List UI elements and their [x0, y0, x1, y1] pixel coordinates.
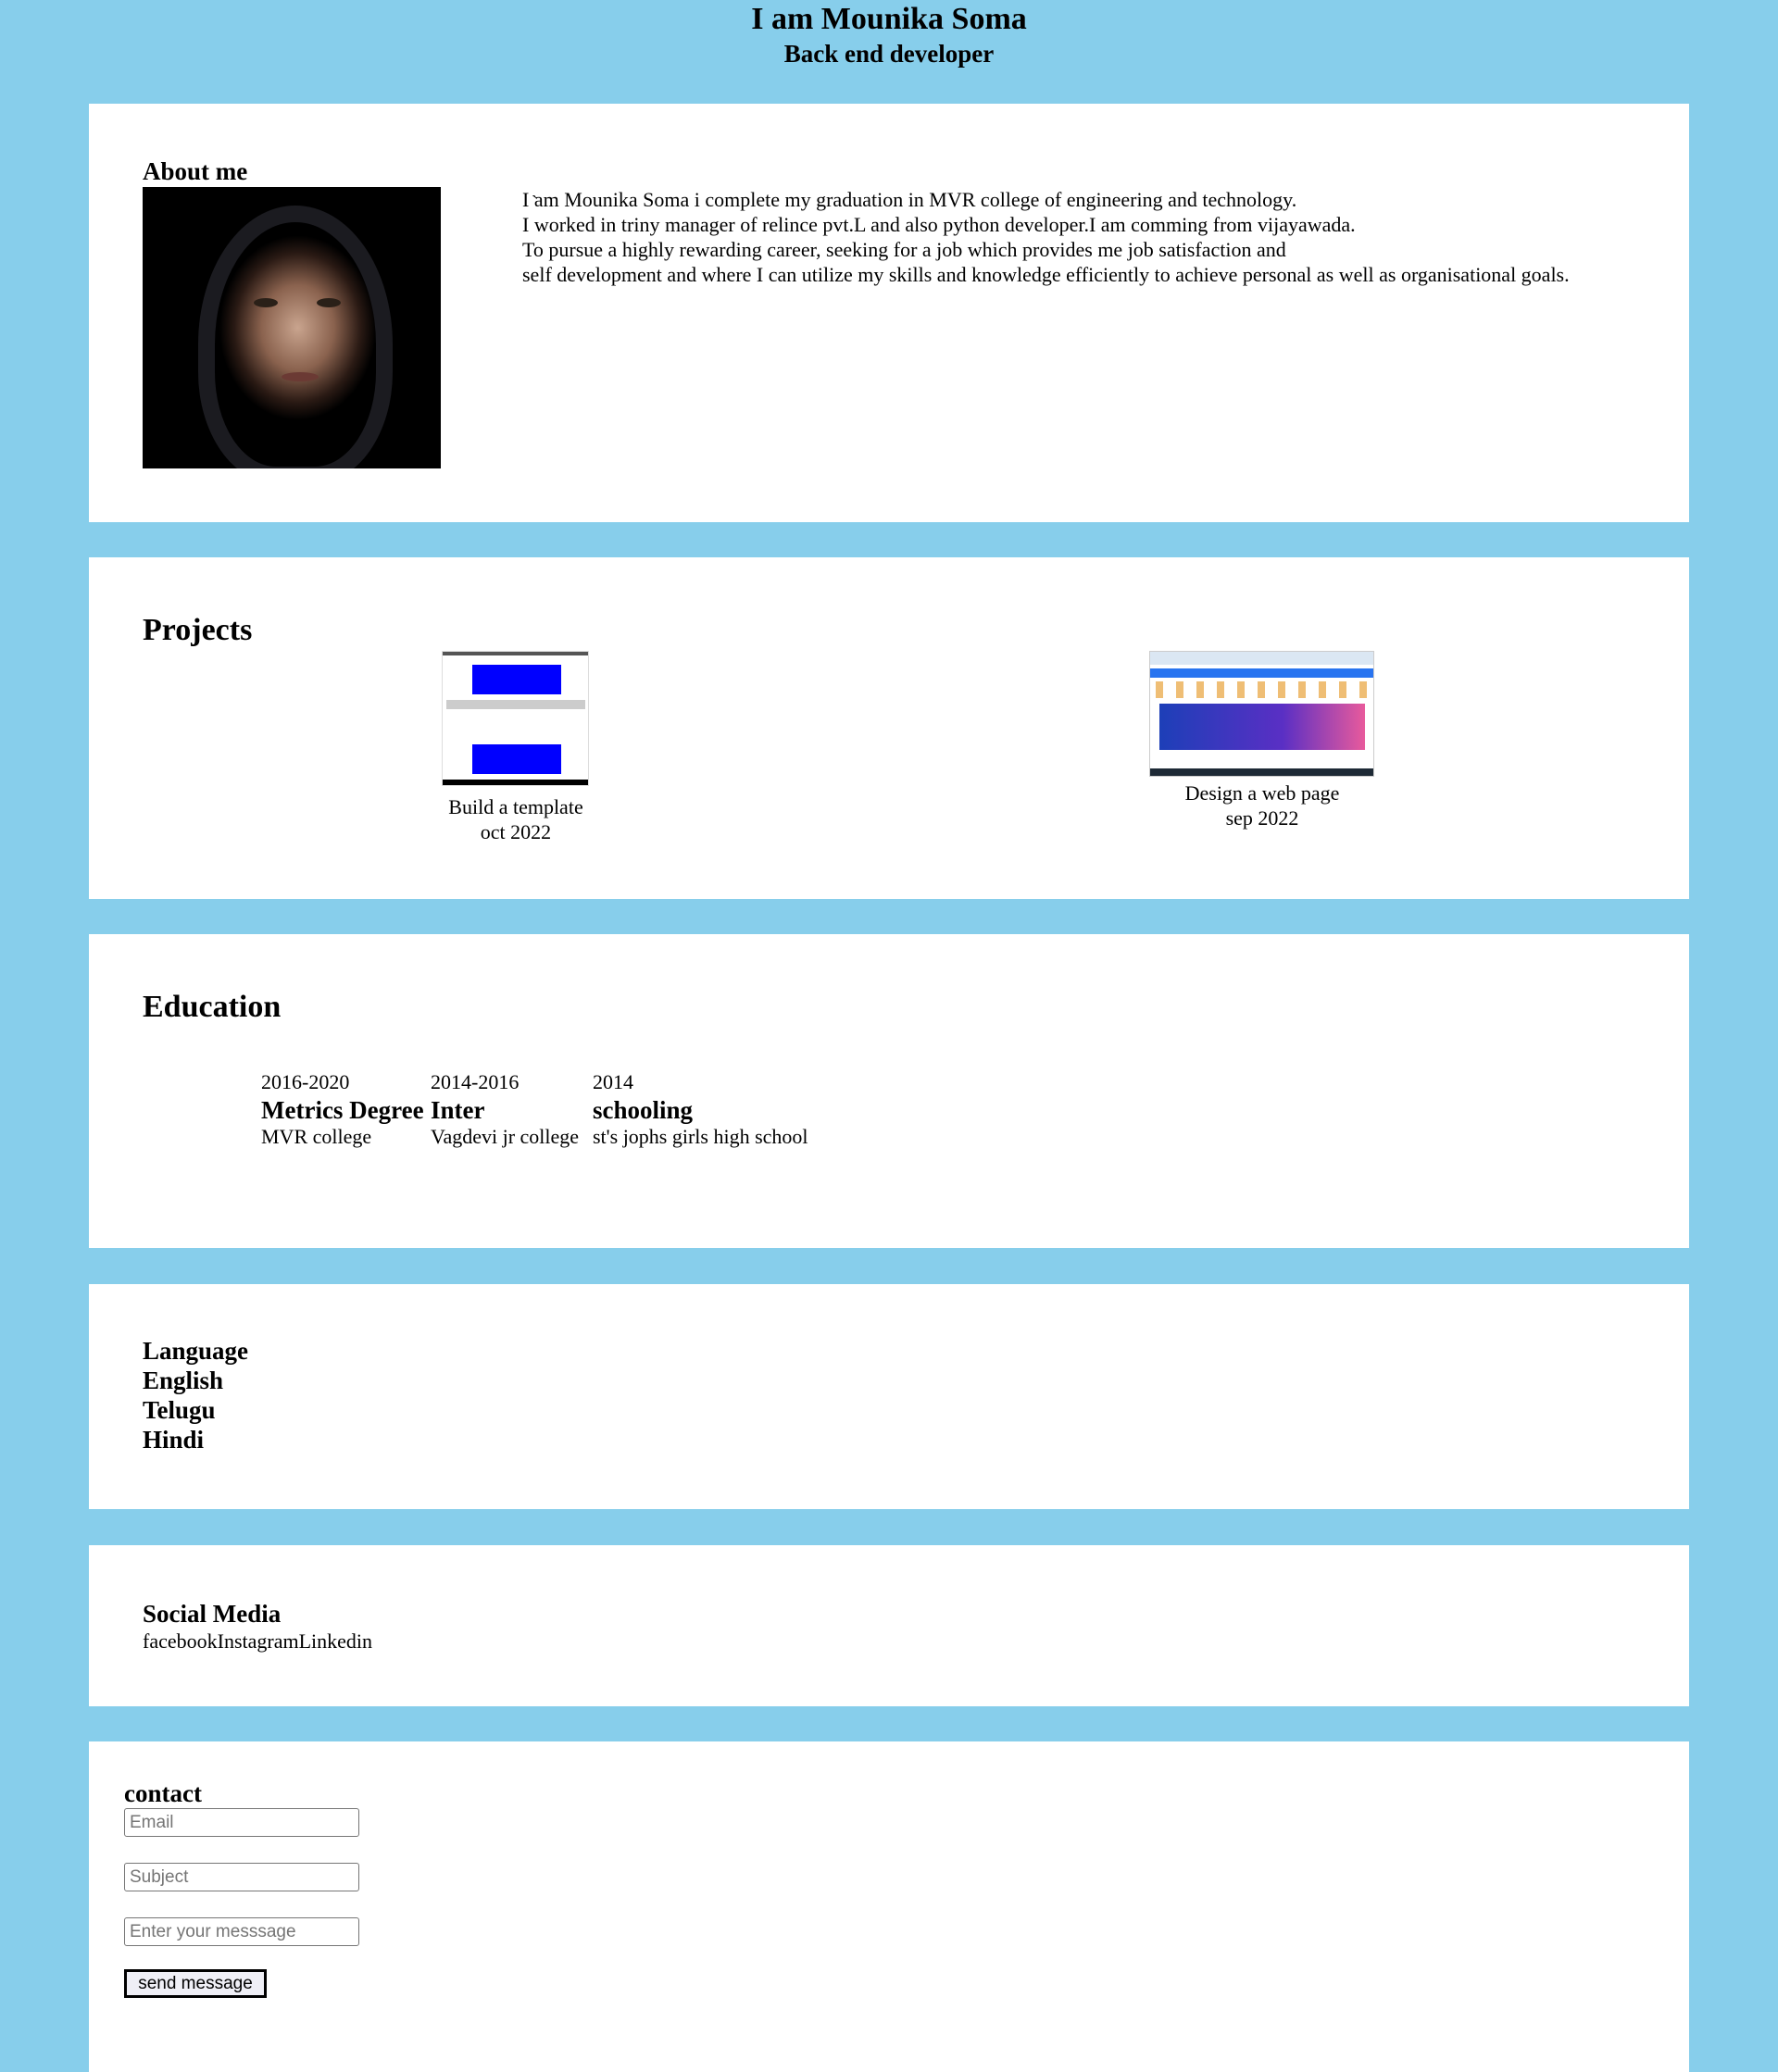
about-line: I am Mounika Soma i complete my graduati… — [522, 188, 1297, 211]
projects-section: Projects Build a template oct 2022 Desig… — [89, 557, 1689, 899]
project-date: sep 2022 — [1225, 806, 1299, 830]
education-degree: Metrics Degree — [261, 1096, 424, 1124]
email-field[interactable] — [124, 1808, 359, 1837]
message-field[interactable] — [124, 1917, 359, 1946]
page-title: I am Mounika Soma — [751, 2, 1027, 36]
project-date: oct 2022 — [480, 820, 552, 843]
social-block: Social Media facebookInstagramLinkedin — [143, 1599, 372, 1654]
education-institution: st's jophs girls high school — [593, 1125, 808, 1148]
project-title: Build a template — [448, 795, 583, 818]
education-year: 2014-2016 — [431, 1070, 520, 1093]
about-line: To pursue a highly rewarding career, see… — [522, 238, 1286, 261]
education-degree: schooling — [593, 1096, 694, 1124]
education-degree: Inter — [431, 1096, 485, 1124]
about-section: About me ` I am Mounika Soma i complete … — [89, 104, 1689, 522]
project-card: Design a web page sep 2022 — [1141, 780, 1384, 830]
right-eye — [317, 298, 341, 307]
language-item: English — [143, 1367, 224, 1394]
left-eye — [254, 298, 278, 307]
lips — [282, 372, 319, 381]
linkedin-link[interactable]: Linkedin — [299, 1629, 372, 1653]
social-section: Social Media facebookInstagramLinkedin — [89, 1545, 1689, 1706]
hood-shape — [198, 206, 393, 468]
project-card: Build a template oct 2022 — [415, 794, 617, 844]
subject-field[interactable] — [124, 1863, 359, 1891]
about-line: I worked in triny manager of relince pvt… — [522, 213, 1356, 236]
instagram-link[interactable]: Instagram — [218, 1629, 299, 1653]
contact-section: contact send message — [89, 1741, 1689, 2072]
social-links: facebookInstagramLinkedin — [143, 1629, 372, 1653]
social-heading: Social Media — [143, 1600, 282, 1628]
facebook-link[interactable]: facebook — [143, 1629, 218, 1653]
language-item: Hindi — [143, 1426, 205, 1454]
project-webpage-thumbnail — [1149, 651, 1374, 777]
language-heading: Language — [143, 1337, 249, 1365]
page-subtitle: Back end developer — [783, 40, 995, 68]
about-description: I am Mounika Soma i complete my graduati… — [522, 187, 1680, 287]
education-section: Education 2016-2020 2014-2016 2014 Metri… — [89, 934, 1689, 1248]
language-item: Telugu — [143, 1396, 216, 1424]
education-year: 2014 — [593, 1070, 633, 1093]
education-year: 2016-2020 — [261, 1070, 350, 1093]
project-title: Design a web page — [1184, 781, 1340, 805]
project-template-thumbnail — [442, 651, 589, 786]
education-heading: Education — [143, 990, 282, 1024]
education-institution: MVR college — [261, 1125, 372, 1148]
about-line: self development and where I can utilize… — [522, 263, 1570, 286]
send-message-button[interactable]: send message — [124, 1969, 267, 1998]
projects-heading: Projects — [143, 613, 253, 647]
education-institution: Vagdevi jr college — [431, 1125, 580, 1148]
language-section: Language English Telugu Hindi — [89, 1284, 1689, 1509]
about-heading: About me — [143, 157, 248, 185]
contact-heading: contact — [124, 1779, 202, 1807]
profile-photo — [143, 187, 441, 468]
